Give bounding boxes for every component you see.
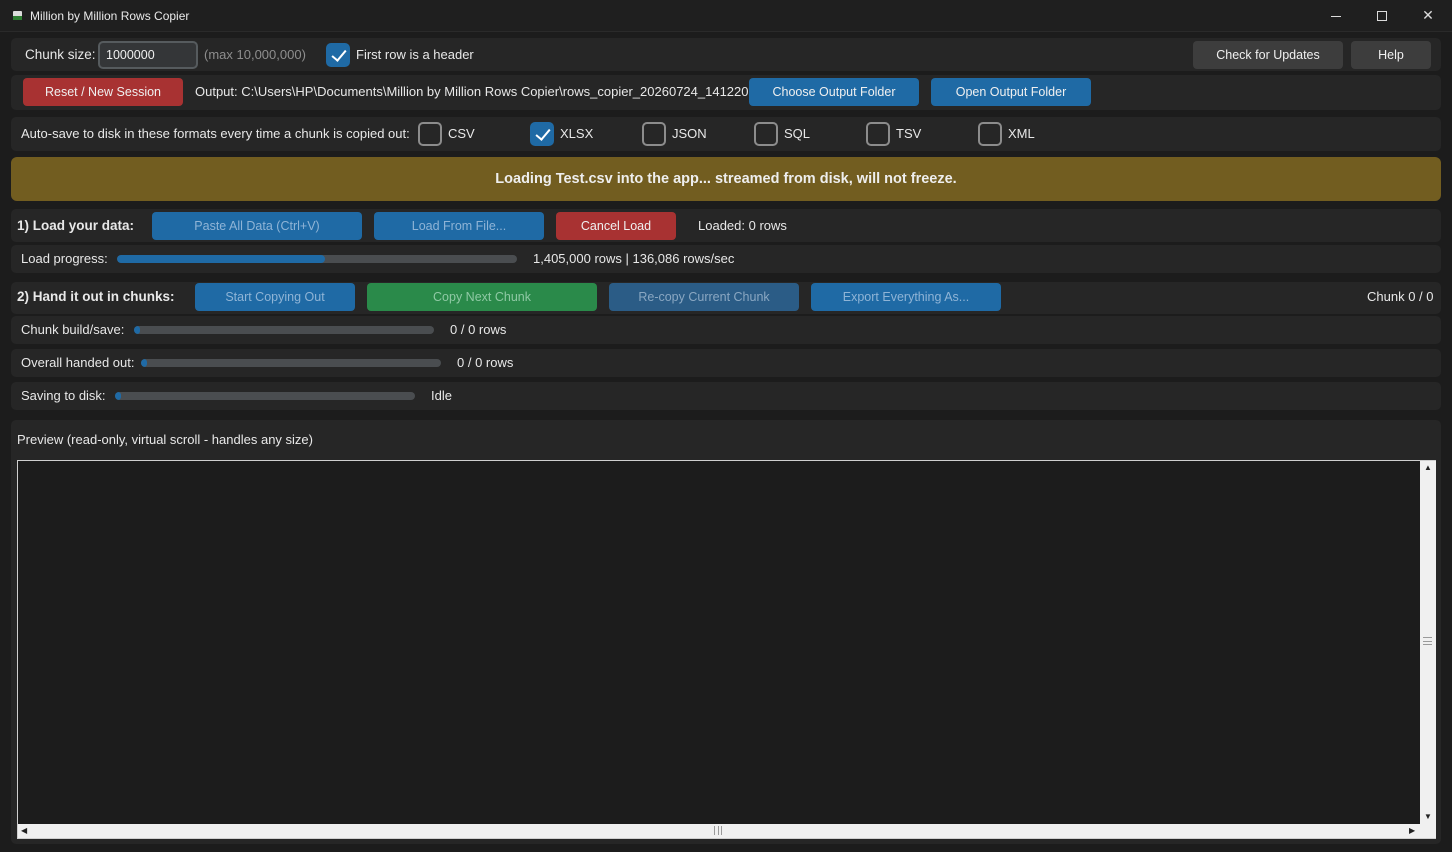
format-xlsx-label: XLSX [560,126,594,141]
chunk-build-text: 0 / 0 rows [450,322,507,337]
first-row-header-checkbox[interactable] [326,43,350,67]
paste-data-button[interactable]: Paste All Data (Ctrl+V) [152,212,362,240]
load-from-file-button[interactable]: Load From File... [374,212,544,240]
cancel-load-button[interactable]: Cancel Load [556,212,676,240]
reset-session-button[interactable]: Reset / New Session [23,78,183,106]
choose-output-folder-button[interactable]: Choose Output Folder [749,78,919,106]
chunk-counter: Chunk 0 / 0 [1367,289,1434,304]
scroll-grip-icon [1423,637,1432,645]
check-updates-button[interactable]: Check for Updates [1193,41,1343,69]
load-progress-label: Load progress: [21,251,108,266]
format-xlsx-checkbox[interactable] [530,122,554,146]
hscroll-grip-icon [714,826,722,835]
scroll-up-icon[interactable]: ▲ [1424,463,1432,473]
chunks-heading: 2) Hand it out in chunks: [17,289,175,304]
app-icon [13,11,22,20]
maximize-icon [1377,11,1387,22]
chunk-build-bar [134,326,434,334]
scroll-down-icon[interactable]: ▼ [1424,812,1432,822]
format-sql-checkbox[interactable] [754,122,778,146]
window-title: Million by Million Rows Copier [30,9,190,23]
open-output-folder-button[interactable]: Open Output Folder [931,78,1091,106]
minimize-button[interactable] [1313,0,1359,31]
load-progress-bar [117,255,517,263]
format-json-label: JSON [672,126,707,141]
chunk-size-hint: (max 10,000,000) [204,47,306,62]
recopy-chunk-button[interactable]: Re-copy Current Chunk [609,283,799,311]
overall-text: 0 / 0 rows [457,355,514,370]
minimize-icon [1331,15,1341,17]
start-copying-button[interactable]: Start Copying Out [195,283,355,311]
vertical-scrollbar[interactable]: ▲ ▼ [1420,461,1436,824]
horizontal-scrollbar[interactable]: ◀ ▶ [18,824,1420,838]
format-tsv-label: TSV [896,126,922,141]
preview-area[interactable]: ▲ ▼ ◀ ▶ [17,460,1436,839]
maximize-button[interactable] [1359,0,1405,31]
output-path: Output: C:\Users\HP\Documents\Million by… [195,84,749,99]
autosave-label: Auto-save to disk in these formats every… [21,126,410,141]
format-json-checkbox[interactable] [642,122,666,146]
format-tsv-checkbox[interactable] [866,122,890,146]
scroll-left-icon[interactable]: ◀ [21,826,27,836]
load-heading: 1) Load your data: [17,218,135,233]
format-sql-label: SQL [784,126,811,141]
copy-next-chunk-button[interactable]: Copy Next Chunk [367,283,597,311]
format-csv-checkbox[interactable] [418,122,442,146]
saving-fill [115,392,121,400]
overall-label: Overall handed out: [21,355,135,370]
format-xml-label: XML [1008,126,1035,141]
close-icon: ✕ [1422,7,1434,23]
scroll-right-icon[interactable]: ▶ [1409,826,1415,836]
scroll-corner [1420,824,1436,838]
chunk-size-label: Chunk size: [25,47,96,62]
help-button[interactable]: Help [1351,41,1431,69]
format-xml-checkbox[interactable] [978,122,1002,146]
chunk-size-input[interactable]: 1000000 [98,41,198,69]
saving-label: Saving to disk: [21,388,106,403]
saving-bar [115,392,415,400]
overall-fill [141,359,147,367]
first-row-header-label: First row is a header [356,47,474,62]
chunk-build-fill [134,326,140,334]
status-banner: Loading Test.csv into the app... streame… [11,157,1441,201]
chunk-build-label: Chunk build/save: [21,322,125,337]
load-progress-fill [117,255,325,263]
loaded-status: Loaded: 0 rows [698,218,787,233]
format-csv-label: CSV [448,126,475,141]
load-progress-text: 1,405,000 rows | 136,086 rows/sec [533,251,735,266]
close-button[interactable]: ✕ [1405,0,1451,31]
export-everything-button[interactable]: Export Everything As... [811,283,1001,311]
overall-bar [141,359,441,367]
saving-text: Idle [431,388,452,403]
preview-label: Preview (read-only, virtual scroll - han… [17,432,313,447]
title-bar: Million by Million Rows Copier ✕ [0,0,1452,32]
